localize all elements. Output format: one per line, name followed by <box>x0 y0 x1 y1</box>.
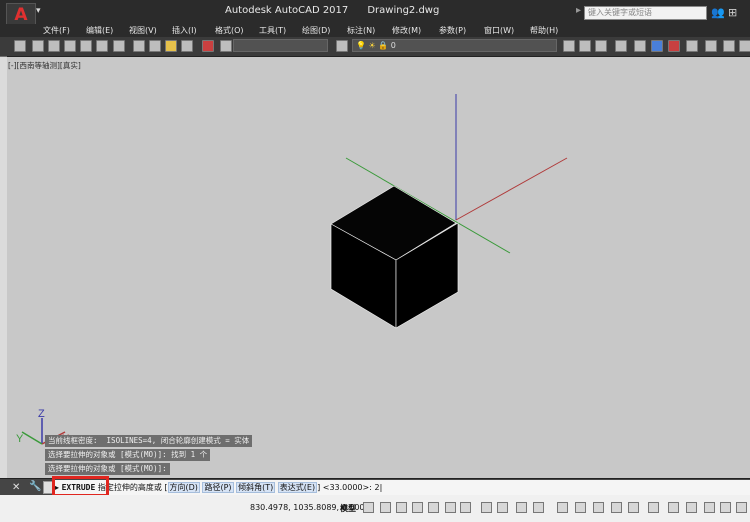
wrench-icon[interactable]: 🔧 <box>29 481 41 492</box>
infer-icon[interactable] <box>396 502 407 513</box>
search-input[interactable]: 键入关键字或短语 <box>584 6 707 20</box>
close-icon[interactable]: ✕ <box>12 482 20 493</box>
grid-icon[interactable] <box>363 502 374 513</box>
command-input[interactable]: ▸ EXTRUDE 指定拉伸的高度或 [方向(D) 路径(P) 倾斜角(T) 表… <box>55 480 750 495</box>
annotation-visibility-icon[interactable] <box>648 502 659 513</box>
menu-bar: 文件(F) 编辑(E) 视图(V) 插入(I) 格式(O) 工具(T) 绘图(D… <box>0 24 750 37</box>
isometric-icon[interactable] <box>460 502 471 513</box>
toolbar: 💡 ☀ 🔒 0 <box>0 37 750 57</box>
orbit-icon[interactable] <box>686 40 698 52</box>
search-expand-icon[interactable]: ▸ <box>576 5 581 16</box>
3d-osnap-icon[interactable] <box>575 502 586 513</box>
quick-access-dropdown-icon[interactable]: ▾ <box>36 6 46 18</box>
annotation-scale-icon[interactable] <box>668 502 679 513</box>
isolate-objects-icon[interactable] <box>720 502 731 513</box>
object-snap-icon[interactable] <box>497 502 508 513</box>
layer-previous-icon[interactable] <box>595 40 607 52</box>
visual-style-icon[interactable] <box>634 40 646 52</box>
highlight-box <box>52 476 109 497</box>
workspace-switch-icon[interactable] <box>686 502 697 513</box>
option-path[interactable]: 路径(P) <box>202 482 234 493</box>
layer-states-icon[interactable] <box>563 40 575 52</box>
selection-cycling-icon[interactable] <box>557 502 568 513</box>
match-properties-icon[interactable] <box>181 40 193 52</box>
menu-modify[interactable]: 修改(M) <box>392 24 421 37</box>
cut-icon[interactable] <box>133 40 145 52</box>
menu-draw[interactable]: 绘图(D) <box>302 24 330 37</box>
autocad-logo-icon: A <box>14 4 28 25</box>
menu-format[interactable]: 格式(O) <box>215 24 244 37</box>
lock-icon: 🔒 <box>378 41 389 50</box>
annotation-monitor-icon[interactable] <box>704 502 715 513</box>
undo-icon[interactable] <box>220 40 232 52</box>
window-title: Autodesk AutoCAD 2017 Drawing2.dwg <box>225 5 440 16</box>
render-icon[interactable] <box>202 40 214 52</box>
option-expression[interactable]: 表达式(E) <box>277 482 318 493</box>
selection-filter-icon[interactable] <box>611 502 622 513</box>
properties-icon[interactable] <box>113 40 125 52</box>
history-line: 当前线框密度: ISOLINES=4, 闭合轮廓创建模式 = 实体 <box>45 435 253 447</box>
layer-manager-icon[interactable] <box>336 40 348 52</box>
layer-dropdown[interactable]: 💡 ☀ 🔒 0 <box>352 39 557 52</box>
material-icon[interactable] <box>651 40 663 52</box>
menu-dimension[interactable]: 标注(N) <box>347 24 375 37</box>
dynamic-input-icon[interactable] <box>412 502 423 513</box>
ucs-y-label: Y <box>16 433 24 445</box>
menu-parametric[interactable]: 参数(P) <box>439 24 466 37</box>
store-icon[interactable]: ⊞ <box>728 6 740 19</box>
menu-insert[interactable]: 插入(I) <box>172 24 197 37</box>
color-icon[interactable] <box>705 40 717 52</box>
command-line: ✕ 🔧 ▸ EXTRUDE 指定拉伸的高度或 [方向(D) 路径(P) 倾斜角(… <box>0 478 750 496</box>
publish-icon[interactable] <box>96 40 108 52</box>
title-bar: A ▾ Autodesk AutoCAD 2017 Drawing2.dwg ▸… <box>0 0 750 26</box>
new-icon[interactable] <box>14 40 26 52</box>
plot-icon[interactable] <box>64 40 76 52</box>
model-tab[interactable]: 模型 <box>340 503 356 514</box>
menu-help[interactable]: 帮助(H) <box>530 24 558 37</box>
lineweight-icon[interactable] <box>739 40 750 52</box>
object-snap-tracking-icon[interactable] <box>481 502 492 513</box>
drawing-viewport[interactable]: Z X Y <box>0 56 750 478</box>
ucs-z-label: Z <box>38 408 45 420</box>
option-taper-angle[interactable]: 倾斜角(T) <box>236 482 276 493</box>
customization-icon[interactable] <box>736 502 747 513</box>
ortho-icon[interactable] <box>428 502 439 513</box>
menu-window[interactable]: 窗口(W) <box>484 24 514 37</box>
copy-icon[interactable] <box>149 40 161 52</box>
menu-edit[interactable]: 编辑(E) <box>86 24 113 37</box>
default-value: <33.0000>: <box>322 483 375 492</box>
menu-file[interactable]: 文件(F) <box>43 24 70 37</box>
transparency-icon[interactable] <box>533 502 544 513</box>
menu-view[interactable]: 视图(V) <box>129 24 157 37</box>
sun-icon: ☀ <box>368 41 376 50</box>
open-icon[interactable] <box>32 40 44 52</box>
lightbulb-icon: 💡 <box>356 41 366 50</box>
ucs-y-axis <box>21 431 43 445</box>
paste-icon[interactable] <box>165 40 177 52</box>
shade-icon[interactable] <box>615 40 627 52</box>
option-direction[interactable]: 方向(D) <box>167 482 200 493</box>
status-bar: 830.4978, 1035.8089, 0.0000 模型 <box>0 495 750 522</box>
make-current-icon[interactable] <box>579 40 591 52</box>
snap-icon[interactable] <box>380 502 391 513</box>
layer-name: 0 <box>390 41 396 50</box>
save-icon[interactable] <box>48 40 60 52</box>
render-preset-icon[interactable] <box>668 40 680 52</box>
lineweight-status-icon[interactable] <box>516 502 527 513</box>
linetype-icon[interactable] <box>723 40 735 52</box>
workspace-dropdown[interactable] <box>233 39 328 52</box>
application-menu-button[interactable]: A <box>6 3 36 26</box>
menu-tools[interactable]: 工具(T) <box>259 24 286 37</box>
gizmo-icon[interactable] <box>628 502 639 513</box>
preview-icon[interactable] <box>80 40 92 52</box>
history-line: 选择要拉伸的对象或 [模式(MO)]: <box>45 463 170 475</box>
polar-icon[interactable] <box>445 502 456 513</box>
x-axis-line <box>455 157 568 221</box>
dynamic-ucs-icon[interactable] <box>593 502 604 513</box>
user-icon[interactable]: 👥 <box>711 6 725 19</box>
history-line: 选择要拉伸的对象或 [模式(MO)]: 找到 1 个 <box>45 449 211 461</box>
